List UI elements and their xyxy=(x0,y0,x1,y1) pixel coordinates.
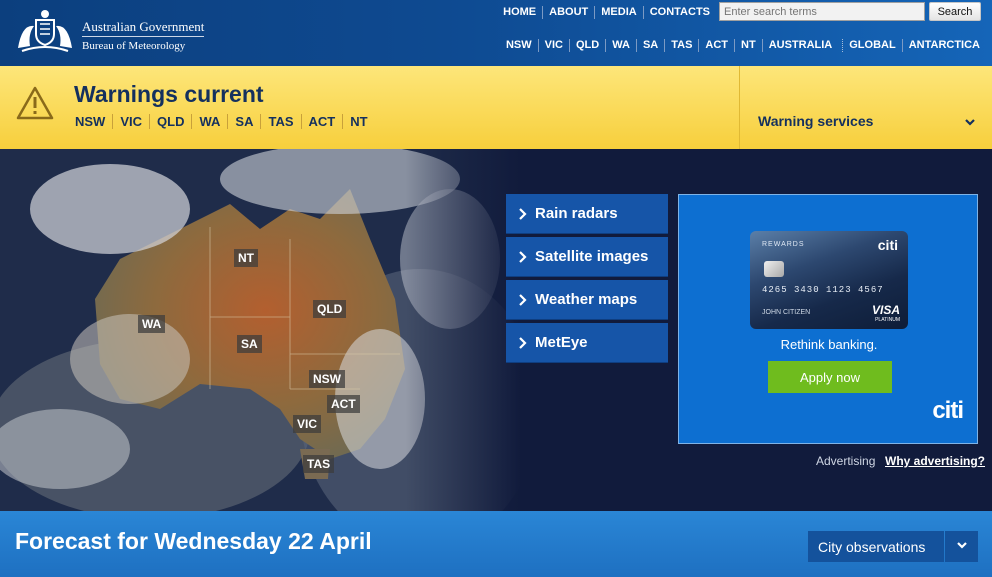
quick-link-rain-radars[interactable]: Rain radars xyxy=(506,194,668,234)
chip-icon xyxy=(764,261,784,277)
quick-link-label: Weather maps xyxy=(535,291,638,308)
org-name: Australian Government xyxy=(82,19,205,37)
card-platinum-text: PLATINUM xyxy=(875,317,900,323)
warning-services-label[interactable]: Warning services xyxy=(758,113,873,129)
card-citi-logo: citi xyxy=(877,237,898,253)
warning-state-tas[interactable]: TAS xyxy=(260,114,300,129)
coat-of-arms-icon xyxy=(18,10,72,52)
quick-link-label: Satellite images xyxy=(535,248,649,265)
warning-icon xyxy=(16,86,54,120)
search-input[interactable] xyxy=(719,2,925,21)
search-button[interactable]: Search xyxy=(929,2,981,21)
why-advertising-link[interactable]: Why advertising? xyxy=(885,454,985,468)
warnings-title[interactable]: Warnings current xyxy=(74,81,264,108)
apply-now-button[interactable]: Apply now xyxy=(768,361,892,393)
region-nt[interactable]: NT xyxy=(734,39,762,52)
advertisement[interactable]: REWARDS citi 4265 3430 1123 4567 JOHN CI… xyxy=(678,194,978,444)
map-label-vic[interactable]: VIC xyxy=(293,415,322,433)
top-link-contacts[interactable]: CONTACTS xyxy=(642,5,716,19)
map-label-tas[interactable]: TAS xyxy=(303,455,335,473)
chevron-right-icon xyxy=(519,250,527,263)
top-nav: HOME ABOUT MEDIA CONTACTS xyxy=(497,5,716,19)
warning-state-qld[interactable]: QLD xyxy=(149,114,191,129)
region-australia[interactable]: AUSTRALIA xyxy=(761,39,839,52)
card-rewards-text: REWARDS xyxy=(762,241,805,248)
region-qld[interactable]: QLD xyxy=(568,39,605,52)
top-link-media[interactable]: MEDIA xyxy=(594,5,642,19)
region-nsw[interactable]: NSW xyxy=(500,39,538,52)
map-label-qld[interactable]: QLD xyxy=(313,300,347,318)
region-wa[interactable]: WA xyxy=(605,39,636,52)
quick-link-satellite-images[interactable]: Satellite images xyxy=(506,237,668,277)
warning-state-nsw[interactable]: NSW xyxy=(68,114,112,129)
region-vic[interactable]: VIC xyxy=(537,39,569,52)
chevron-right-icon xyxy=(519,207,527,220)
quick-link-label: MetEye xyxy=(535,334,588,351)
warning-state-vic[interactable]: VIC xyxy=(112,114,149,129)
warnings-states: NSW VIC QLD WA SA TAS ACT NT xyxy=(68,114,375,129)
forecast-title: Forecast for Wednesday 22 April xyxy=(15,528,372,554)
region-nav: NSW VIC QLD WA SA TAS ACT NT AUSTRALIA G… xyxy=(500,39,986,52)
warning-state-wa[interactable]: WA xyxy=(191,114,227,129)
top-link-about[interactable]: ABOUT xyxy=(542,5,594,19)
quick-links: Rain radars Satellite images Weather map… xyxy=(506,194,668,366)
warning-state-sa[interactable]: SA xyxy=(227,114,260,129)
chevron-right-icon xyxy=(519,293,527,306)
region-sa[interactable]: SA xyxy=(635,39,664,52)
region-antarctica[interactable]: ANTARCTICA xyxy=(901,39,986,52)
city-observations-toggle[interactable] xyxy=(945,531,978,562)
map-label-wa[interactable]: WA xyxy=(138,315,166,333)
region-act[interactable]: ACT xyxy=(698,39,734,52)
map-label-sa[interactable]: SA xyxy=(237,335,262,353)
quick-link-label: Rain radars xyxy=(535,205,618,222)
map-label-nsw[interactable]: NSW xyxy=(309,370,345,388)
warning-state-act[interactable]: ACT xyxy=(300,114,343,129)
map-label-act[interactable]: ACT xyxy=(327,395,360,413)
city-observations-button[interactable]: City observations xyxy=(808,531,944,562)
chevron-right-icon xyxy=(519,336,527,349)
card-holder-name: JOHN CITIZEN xyxy=(762,309,811,316)
region-tas[interactable]: TAS xyxy=(664,39,698,52)
quick-link-weather-maps[interactable]: Weather maps xyxy=(506,280,668,320)
ad-tagline: Rethink banking. xyxy=(780,337,878,352)
card-visa-logo: VISA xyxy=(871,303,900,317)
card-number: 4265 3430 1123 4567 xyxy=(762,285,884,295)
top-link-home[interactable]: HOME xyxy=(497,6,542,19)
region-global[interactable]: GLOBAL xyxy=(842,39,901,52)
quick-link-meteye[interactable]: MetEye xyxy=(506,323,668,363)
site-header: Australian Government Bureau of Meteorol… xyxy=(0,0,992,66)
chevron-down-icon[interactable] xyxy=(964,116,976,128)
hero-area: NT WA QLD SA NSW ACT VIC TAS Rain radars… xyxy=(0,149,992,511)
warnings-divider xyxy=(739,66,740,149)
map-label-nt[interactable]: NT xyxy=(234,249,258,267)
citi-logo: citi xyxy=(932,397,964,424)
chevron-down-icon xyxy=(956,542,967,549)
bureau-name: Bureau of Meteorology xyxy=(82,40,186,52)
warning-state-nt[interactable]: NT xyxy=(342,114,374,129)
advertising-label: Advertising xyxy=(816,454,876,468)
logo[interactable]: Australian Government Bureau of Meteorol… xyxy=(14,8,205,54)
satellite-map[interactable] xyxy=(0,149,520,511)
credit-card-image: REWARDS citi 4265 3430 1123 4567 JOHN CI… xyxy=(750,231,908,329)
